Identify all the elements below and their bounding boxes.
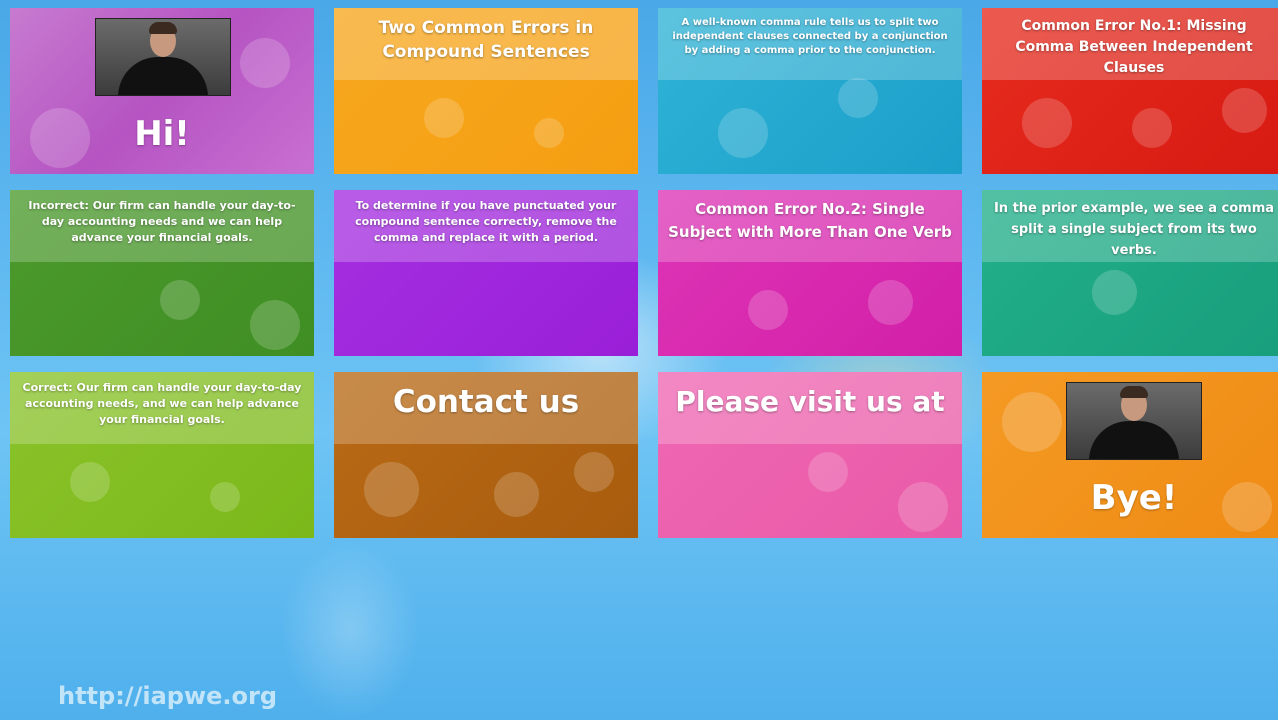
tile-text: A well-known comma rule tells us to spli… bbox=[672, 17, 948, 56]
tile-text: Contact us bbox=[392, 384, 580, 420]
website-url: http://iapwe.org bbox=[58, 682, 278, 710]
bokeh-decoration bbox=[210, 482, 240, 512]
tile-text: Correct: Our firm can handle your day-to… bbox=[22, 381, 302, 426]
tile-text: Common Error No.2: Single Subject with M… bbox=[668, 200, 952, 241]
tile-prior-example[interactable]: In the prior example, we see a comma spl… bbox=[982, 190, 1278, 356]
tile-title[interactable]: Two Common Errors in Compound Sentences bbox=[334, 8, 638, 174]
bokeh-decoration bbox=[748, 290, 788, 330]
tile-determine[interactable]: To determine if you have punctuated your… bbox=[334, 190, 638, 356]
presenter-body bbox=[1089, 421, 1179, 459]
bokeh-decoration bbox=[160, 280, 200, 320]
bokeh-decoration bbox=[1132, 108, 1172, 148]
tile-incorrect-example[interactable]: Incorrect: Our firm can handle your day-… bbox=[10, 190, 314, 356]
bokeh-decoration bbox=[1022, 98, 1072, 148]
greeting-hi: Hi! bbox=[134, 114, 190, 154]
tile-correct-example[interactable]: Correct: Our firm can handle your day-to… bbox=[10, 372, 314, 538]
bokeh-decoration bbox=[898, 482, 948, 532]
bokeh-decoration bbox=[868, 280, 913, 325]
tile-text: Common Error No.1: Missing Comma Between… bbox=[1015, 18, 1253, 76]
presenter-body bbox=[118, 57, 208, 95]
bokeh-decoration bbox=[1002, 392, 1062, 452]
tile-text: To determine if you have punctuated your… bbox=[355, 199, 617, 244]
background-glow bbox=[280, 540, 420, 720]
presenter-hair bbox=[149, 22, 177, 34]
presenter-hair bbox=[1120, 386, 1148, 398]
tile-error-two[interactable]: Common Error No.2: Single Subject with M… bbox=[658, 190, 962, 356]
presenter-video bbox=[1066, 382, 1202, 460]
tile-hi[interactable]: Hi! bbox=[10, 8, 314, 174]
bokeh-decoration bbox=[838, 78, 878, 118]
bokeh-decoration bbox=[250, 300, 300, 350]
bokeh-decoration bbox=[424, 98, 464, 138]
bokeh-decoration bbox=[718, 108, 768, 158]
tile-visit-us[interactable]: Please visit us at bbox=[658, 372, 962, 538]
bokeh-decoration bbox=[808, 452, 848, 492]
tile-text: In the prior example, we see a comma spl… bbox=[993, 201, 1275, 258]
slide-tile-grid: Hi! Two Common Errors in Compound Senten… bbox=[10, 8, 1278, 540]
bokeh-decoration bbox=[240, 38, 290, 88]
tile-text: Two Common Errors in Compound Sentences bbox=[378, 18, 594, 62]
greeting-bye: Bye! bbox=[1090, 478, 1178, 518]
bokeh-decoration bbox=[1222, 88, 1267, 133]
tile-text: Incorrect: Our firm can handle your day-… bbox=[28, 199, 296, 244]
tile-comma-rule[interactable]: A well-known comma rule tells us to spli… bbox=[658, 8, 962, 174]
bokeh-decoration bbox=[364, 462, 419, 517]
bokeh-decoration bbox=[1092, 270, 1137, 315]
presenter-video bbox=[95, 18, 231, 96]
tile-text: Please visit us at bbox=[675, 385, 945, 418]
tile-contact-us[interactable]: Contact us bbox=[334, 372, 638, 538]
tile-error-one[interactable]: Common Error No.1: Missing Comma Between… bbox=[982, 8, 1278, 174]
bokeh-decoration bbox=[494, 472, 539, 517]
bokeh-decoration bbox=[534, 118, 564, 148]
tile-bye[interactable]: Bye! bbox=[982, 372, 1278, 538]
bokeh-decoration bbox=[574, 452, 614, 492]
bokeh-decoration bbox=[70, 462, 110, 502]
